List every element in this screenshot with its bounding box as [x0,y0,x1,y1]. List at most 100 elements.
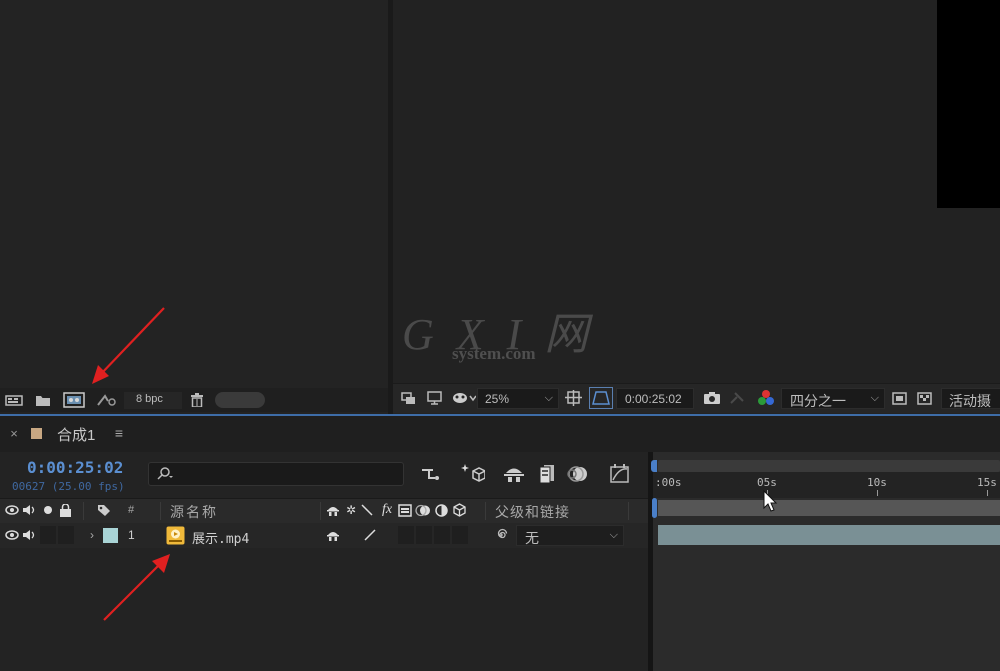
ruler-tick [877,490,878,496]
zoom-value: 25% [485,392,510,406]
grid-guides-icon[interactable] [563,388,585,408]
video-file-icon [165,525,185,545]
shy-layers-icon[interactable] [502,462,526,486]
expand-chevron-icon[interactable]: › [86,528,98,542]
timeline-tab-bar: × 合成1 ≡ [0,416,1000,452]
always-preview-icon[interactable] [399,389,417,407]
column-separator [485,502,486,520]
new-composition-icon[interactable] [62,390,86,410]
frame-blend-switch-icon[interactable] [397,503,413,517]
frame-blend-switch[interactable] [416,526,432,544]
graph-editor-icon[interactable] [608,462,632,486]
project-panel [0,0,388,412]
tab-composition-1[interactable]: 合成1 [57,424,95,445]
parent-dropdown[interactable]: 无 ⌵ [516,525,624,546]
chevron-down-icon: ⌵ [544,392,553,404]
current-time-indicator[interactable] [652,498,657,518]
time-ruler[interactable]: :00s 05s 10s 15s [653,472,1000,498]
column-separator [320,502,321,520]
shy-switch-icon[interactable] [325,528,341,542]
viewer-timecode[interactable]: 0:00:25:02 [616,388,694,409]
solo-toggle[interactable] [40,526,56,544]
frame-info: 00627 (25.00 fps) [12,480,125,493]
fast-previews-icon[interactable] [889,389,909,407]
region-of-interest-icon[interactable] [589,387,613,409]
lock-toggle[interactable] [58,526,74,544]
layer-duration-bar[interactable] [658,525,1000,545]
watermark-subtitle: system.com [452,344,536,363]
3d-layer-switch[interactable] [452,526,468,544]
monitor-icon[interactable] [425,389,443,407]
motion-blur-switch[interactable] [434,526,450,544]
effects-fx-icon[interactable]: fx [378,501,396,519]
audio-icon[interactable] [22,503,38,517]
work-area-bar[interactable] [658,500,1000,516]
layer-label-color[interactable] [103,528,118,543]
shy-switch-icon[interactable] [325,503,341,517]
motion-blur-switch-icon[interactable] [415,503,431,517]
effects-switch[interactable] [398,526,414,544]
layer-source-name[interactable]: 展示.mp4 [192,528,249,547]
draft-3d-icon[interactable] [460,460,486,486]
panel-menu-icon[interactable]: ≡ [111,425,127,441]
parent-link-header[interactable]: 父级和链接 [495,502,570,522]
new-folder-icon[interactable] [33,391,53,409]
watermark: G X I 网 system.com [402,300,588,370]
layer-search-input[interactable] [148,462,404,486]
camera-snapshot-icon[interactable] [701,389,723,407]
video-visibility-icon[interactable] [5,503,19,517]
resolution-dropdown[interactable]: 四分之一 ⌵ [781,388,885,409]
thumbnail-slider[interactable] [215,392,265,408]
solo-icon[interactable] [42,503,54,517]
chevron-down-icon: ⌵ [870,392,879,404]
column-separator [83,502,84,520]
pick-whip-icon[interactable] [492,527,510,543]
layer-column-header: # 源名称 ✲ fx 父级和链接 [0,498,648,524]
viewer-toolbar: 25% ⌵ 0:00:25:02 四分之一 ⌵ 活动摄 [393,383,1000,413]
collapse-transform-icon[interactable]: ✲ [344,503,358,517]
chevron-down-icon: ⌵ [609,529,618,541]
mouse-cursor-icon [763,489,779,514]
motion-blur-icon[interactable] [566,462,590,486]
frame-blending-icon[interactable] [535,462,557,486]
close-icon[interactable]: × [7,426,21,441]
composition-mini-flowchart-icon[interactable] [420,463,442,485]
active-camera-dropdown[interactable]: 活动摄 [941,388,1000,409]
annotation-arrow-icon [100,548,176,624]
adjustment-layer-icon[interactable] [433,503,449,517]
current-time-display[interactable]: 0:00:25:02 [27,458,123,477]
interpret-footage-icon[interactable] [4,391,24,409]
ruler-tick-label: :00s [655,476,682,489]
ruler-tick [987,490,988,496]
layer-number: 1 [128,528,135,542]
navigator-start-handle[interactable] [651,460,657,472]
zoom-dropdown[interactable]: 25% ⌵ [477,388,559,409]
trash-icon[interactable] [188,391,206,409]
transparency-grid-icon[interactable] [914,389,934,407]
composition-color-swatch [31,428,42,439]
ruler-tick-label: 10s [867,476,887,489]
resolution-value: 四分之一 [790,393,846,409]
3d-layer-icon[interactable] [451,503,467,517]
composition-canvas[interactable] [937,0,1000,208]
audio-icon[interactable] [22,528,38,542]
bit-depth-button[interactable]: 8 bpc [124,392,182,409]
flowchart-icon[interactable] [95,391,119,409]
quality-icon[interactable] [360,503,374,517]
time-navigator[interactable] [658,460,1000,472]
label-tag-icon[interactable] [96,503,112,517]
layer-number-header: # [128,504,135,516]
color-channels-icon[interactable] [755,388,777,408]
column-separator [160,502,161,520]
lock-icon[interactable] [58,502,72,518]
mask-visibility-icon[interactable] [451,389,477,407]
annotation-arrow-icon [88,305,168,387]
ruler-tick-label: 05s [757,476,777,489]
table-row[interactable]: › 1 展示.mp4 无 ⌵ [0,523,648,548]
quality-switch-icon[interactable] [362,528,378,542]
source-name-header[interactable]: 源名称 [170,502,218,522]
project-footer: 8 bpc [0,388,388,412]
video-visibility-icon[interactable] [5,528,19,542]
search-icon [156,466,174,482]
show-snapshot-icon[interactable] [727,389,747,407]
